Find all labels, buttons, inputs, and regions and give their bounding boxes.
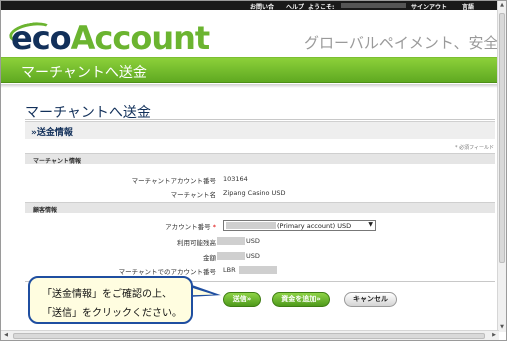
merchant-side-account-prefix: LBR [223, 266, 236, 274]
callout-line-2: 「送信」をクリックください。 [42, 308, 182, 319]
scroll-left-icon[interactable]: ◀ [1, 331, 11, 340]
send-button[interactable]: 送信» [223, 292, 261, 307]
ecoaccount-logo[interactable]: ecoAccount [11, 19, 210, 57]
account-number-redacted [226, 222, 276, 229]
horizontal-scrollbar[interactable]: ◀ ▶ [1, 330, 499, 340]
amount-currency: USD [246, 252, 260, 260]
account-select[interactable]: (Primary account) USD ▼ [223, 220, 376, 231]
top-utility-bar: お問い合 ヘルプ ようこそ: サインアウト 言語 [1, 1, 499, 11]
cancel-button[interactable]: キャンセル [344, 292, 397, 307]
available-balance-label: 利用可能残高 [177, 239, 216, 247]
title-divider [25, 119, 495, 120]
required-field-note: * 必須フィールド [455, 145, 494, 151]
customer-info-band: 顧客情報 [25, 202, 495, 214]
scroll-down-icon[interactable]: ▼ [498, 323, 506, 332]
amount-label: 金額 [203, 254, 216, 262]
banner-shadow [1, 84, 499, 88]
merchant-info-heading: マーチャント情報 [33, 158, 81, 165]
customer-info-heading: 顧客情報 [33, 207, 58, 214]
merchant-info-band: マーチャント情報 [25, 153, 495, 165]
section-header: »送金情報 [25, 121, 495, 139]
amount-input[interactable] [217, 252, 245, 260]
account-number-label: アカウント番号 * [165, 223, 216, 231]
contact-link[interactable]: お問い合 [250, 2, 274, 11]
horizontal-scroll-thumb[interactable] [13, 333, 485, 339]
instruction-callout: 「送金情報」をご確認の上、 「送信」をクリックください。 [28, 276, 193, 324]
scroll-up-icon[interactable]: ▲ [498, 1, 506, 10]
account-select-value: (Primary account) USD [277, 222, 352, 230]
username-redacted [341, 3, 406, 8]
add-funds-button[interactable]: 資金を追加» [272, 292, 330, 307]
merchant-account-number-value: 103164 [223, 175, 248, 183]
merchant-name-value: Zipang Casino USD [223, 189, 286, 197]
tagline: グローバルペイメント、安全と簡 [304, 34, 507, 52]
balance-redacted [217, 237, 245, 245]
welcome-text: ようこそ: [308, 4, 335, 11]
signout-link[interactable]: サインアウト [411, 2, 447, 11]
required-mark: * [212, 223, 216, 231]
scroll-right-icon[interactable]: ▶ [489, 331, 499, 340]
merchant-side-account-label: マーチャントでのアカウント番号 [118, 268, 216, 276]
browser-window: お問い合 ヘルプ ようこそ: サインアウト 言語 ecoAccount グローバ… [0, 0, 507, 341]
dropdown-arrow-icon[interactable]: ▼ [368, 221, 373, 228]
merchant-side-account-redacted [239, 266, 277, 274]
help-link[interactable]: ヘルプ [286, 2, 304, 11]
page-banner: マーチャントへ送金 [1, 57, 499, 83]
balance-currency: USD [246, 237, 260, 245]
vertical-scrollbar[interactable]: ▲ ▼ [497, 1, 506, 332]
language-link[interactable]: 言語 [462, 2, 474, 11]
callout-line-1: 「送金情報」をご確認の上、 [42, 289, 172, 300]
section-title: »送金情報 [31, 128, 73, 138]
banner-title: マーチャントへ送金 [21, 65, 147, 81]
merchant-name-label: マーチャント名 [170, 191, 216, 199]
vertical-scroll-thumb[interactable] [499, 13, 505, 263]
merchant-account-number-label: マーチャントアカウント番号 [131, 177, 216, 185]
